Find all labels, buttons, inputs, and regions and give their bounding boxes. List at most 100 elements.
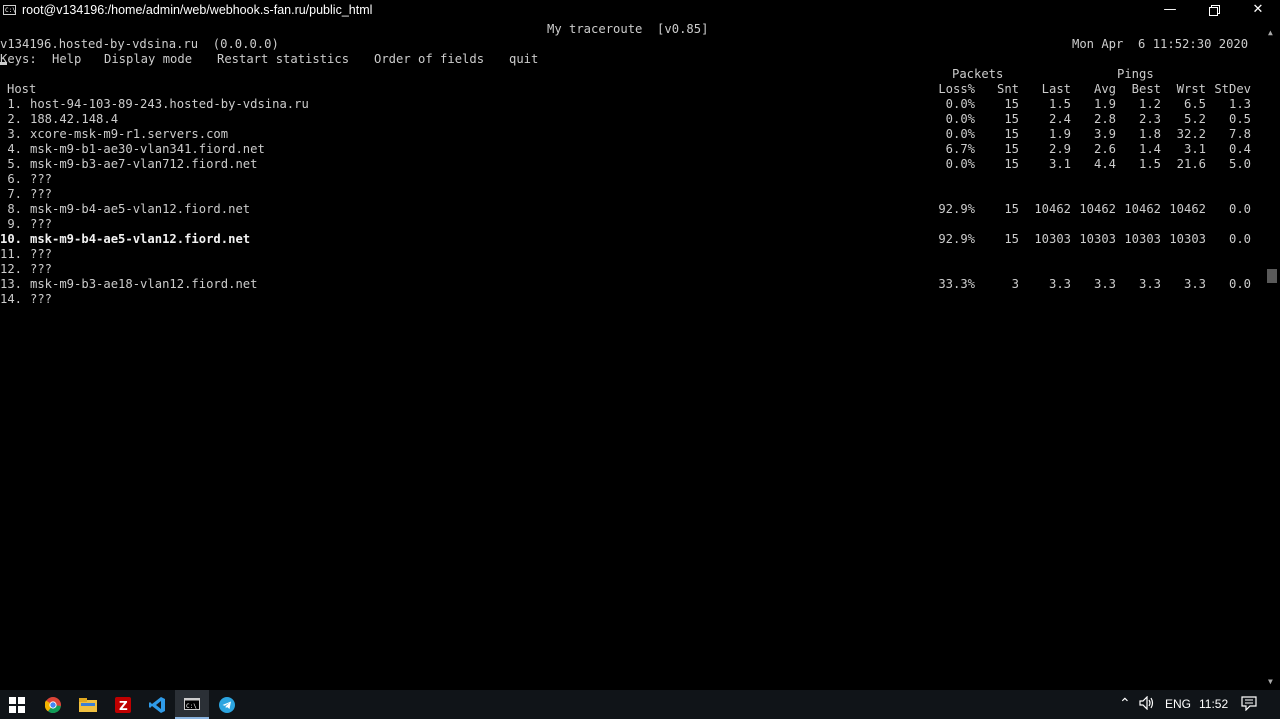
svg-text:Z: Z [119, 699, 128, 713]
wrst-column-header: Wrst [1176, 82, 1206, 96]
chevron-up-icon[interactable]: ⌃ [1119, 695, 1131, 712]
hop-stdev: 7.8 [1228, 127, 1251, 141]
terminal-area[interactable]: My traceroute [v0.85] v134196.hosted-by-… [0, 22, 1264, 690]
hop-number: 9. [0, 217, 23, 231]
terminal-scrollbar[interactable]: ▲ ▼ [1264, 22, 1280, 690]
key-help[interactable]: Help [52, 52, 81, 67]
hop-host: ??? [30, 262, 53, 276]
hop-best: 10462 [1124, 202, 1161, 216]
hop-avg: 1.9 [1093, 97, 1116, 111]
hop-snt: 15 [1004, 127, 1019, 141]
datetime: Mon Apr 6 11:52:30 2020 [1072, 37, 1249, 51]
key-display-mode[interactable]: Display mode [104, 52, 192, 67]
hop-stdev: 0.5 [1228, 112, 1251, 126]
hop-host: ??? [30, 187, 53, 201]
hop-wrst: 3.1 [1183, 142, 1206, 156]
taskbar: Z C:\ ⌃ ENG 11:52 [0, 690, 1280, 719]
loss-column-header: Loss% [938, 82, 975, 96]
best-column-header: Best [1131, 82, 1161, 96]
hop-last: 10462 [1034, 202, 1071, 216]
hop-wrst: 5.2 [1183, 112, 1206, 126]
hop-host: ??? [30, 172, 53, 186]
hop-host: msk-m9-b4-ae5-vlan12.fiord.net [30, 232, 251, 246]
hop-stdev: 1.3 [1228, 97, 1251, 111]
hop-number: 4. [0, 142, 23, 156]
hop-number: 5. [0, 157, 23, 171]
hop-avg: 10462 [1079, 202, 1116, 216]
last-column-header: Last [1041, 82, 1071, 96]
hop-stdev: 0.0 [1228, 202, 1251, 216]
close-icon: ✕ [1252, 2, 1264, 17]
scroll-thumb[interactable] [1267, 269, 1277, 283]
hop-last: 1.5 [1048, 97, 1071, 111]
file-explorer-icon[interactable] [71, 690, 105, 719]
taskbar-clock[interactable]: 11:52 [1199, 697, 1228, 711]
filezilla-icon[interactable]: Z [106, 690, 140, 719]
pings-group-header: Pings [1117, 67, 1154, 81]
hop-avg: 10303 [1079, 232, 1116, 246]
key-restart-statistics[interactable]: Restart statistics [217, 52, 349, 67]
app-title: My traceroute [v0.85] [547, 22, 709, 36]
hop-wrst: 3.3 [1183, 277, 1206, 291]
terminal-icon[interactable]: C:\ [175, 690, 209, 719]
source-host: v134196.hosted-by-vdsina.ru (0.0.0.0) [0, 37, 279, 51]
key-quit[interactable]: quit [509, 52, 538, 67]
hop-host: msk-m9-b1-ae30-vlan341.fiord.net [30, 142, 265, 156]
close-button[interactable]: ✕ [1236, 0, 1280, 22]
hop-best: 1.4 [1138, 142, 1161, 156]
hop-best: 3.3 [1138, 277, 1161, 291]
telegram-icon[interactable] [210, 690, 244, 719]
windows-start-icon[interactable] [0, 690, 34, 719]
hop-stdev: 0.0 [1228, 277, 1251, 291]
hop-stdev: 0.0 [1228, 232, 1251, 246]
language-indicator[interactable]: ENG [1165, 697, 1191, 711]
hop-loss: 92.9% [938, 202, 975, 216]
terminal-cursor [0, 62, 7, 65]
minimize-button[interactable]: — [1148, 0, 1192, 22]
hop-wrst: 10462 [1169, 202, 1206, 216]
window-titlebar[interactable]: C:\ root@v134196:/home/admin/web/webhook… [0, 0, 1280, 22]
hop-number: 7. [0, 187, 23, 201]
hop-number: 6. [0, 172, 23, 186]
hop-host: msk-m9-b4-ae5-vlan12.fiord.net [30, 202, 251, 216]
restore-button[interactable] [1192, 0, 1236, 22]
hop-loss: 92.9% [938, 232, 975, 246]
notification-icon[interactable] [1241, 695, 1257, 714]
hop-snt: 15 [1004, 97, 1019, 111]
hop-last: 2.4 [1048, 112, 1071, 126]
hop-wrst: 6.5 [1183, 97, 1206, 111]
hop-last: 1.9 [1048, 127, 1071, 141]
hop-avg: 2.8 [1093, 112, 1116, 126]
vscode-icon[interactable] [140, 690, 174, 719]
hop-snt: 15 [1004, 112, 1019, 126]
volume-icon[interactable] [1139, 695, 1157, 713]
hop-number: 10. [0, 232, 23, 246]
hop-loss: 0.0% [945, 112, 975, 126]
scroll-up-icon[interactable]: ▲ [1268, 28, 1273, 37]
hop-avg: 2.6 [1093, 142, 1116, 156]
hop-host: 188.42.148.4 [30, 112, 119, 126]
hop-snt: 3 [1011, 277, 1019, 291]
hop-avg: 4.4 [1093, 157, 1116, 171]
hop-loss: 6.7% [945, 142, 975, 156]
hop-last: 3.3 [1048, 277, 1071, 291]
host-column-header: Host [7, 82, 37, 96]
scroll-down-icon[interactable]: ▼ [1268, 677, 1273, 686]
hop-stdev: 5.0 [1228, 157, 1251, 171]
hop-avg: 3.3 [1093, 277, 1116, 291]
hop-snt: 15 [1004, 232, 1019, 246]
hop-loss: 0.0% [945, 127, 975, 141]
hop-loss: 0.0% [945, 157, 975, 171]
minimize-icon: — [1163, 2, 1177, 17]
avg-column-header: Avg [1093, 82, 1116, 96]
stdev-column-header: StDev [1214, 82, 1251, 96]
hop-wrst: 21.6 [1176, 157, 1206, 171]
chrome-icon[interactable] [36, 690, 70, 719]
key-order-of-fields[interactable]: Order of fields [374, 52, 484, 67]
window-title: root@v134196:/home/admin/web/webhook.s-f… [22, 3, 373, 17]
hop-best: 10303 [1124, 232, 1161, 246]
svg-text:C:\: C:\ [186, 703, 197, 710]
hop-number: 1. [0, 97, 23, 111]
hop-host: msk-m9-b3-ae7-vlan712.fiord.net [30, 157, 258, 171]
hop-number: 14. [0, 292, 23, 306]
